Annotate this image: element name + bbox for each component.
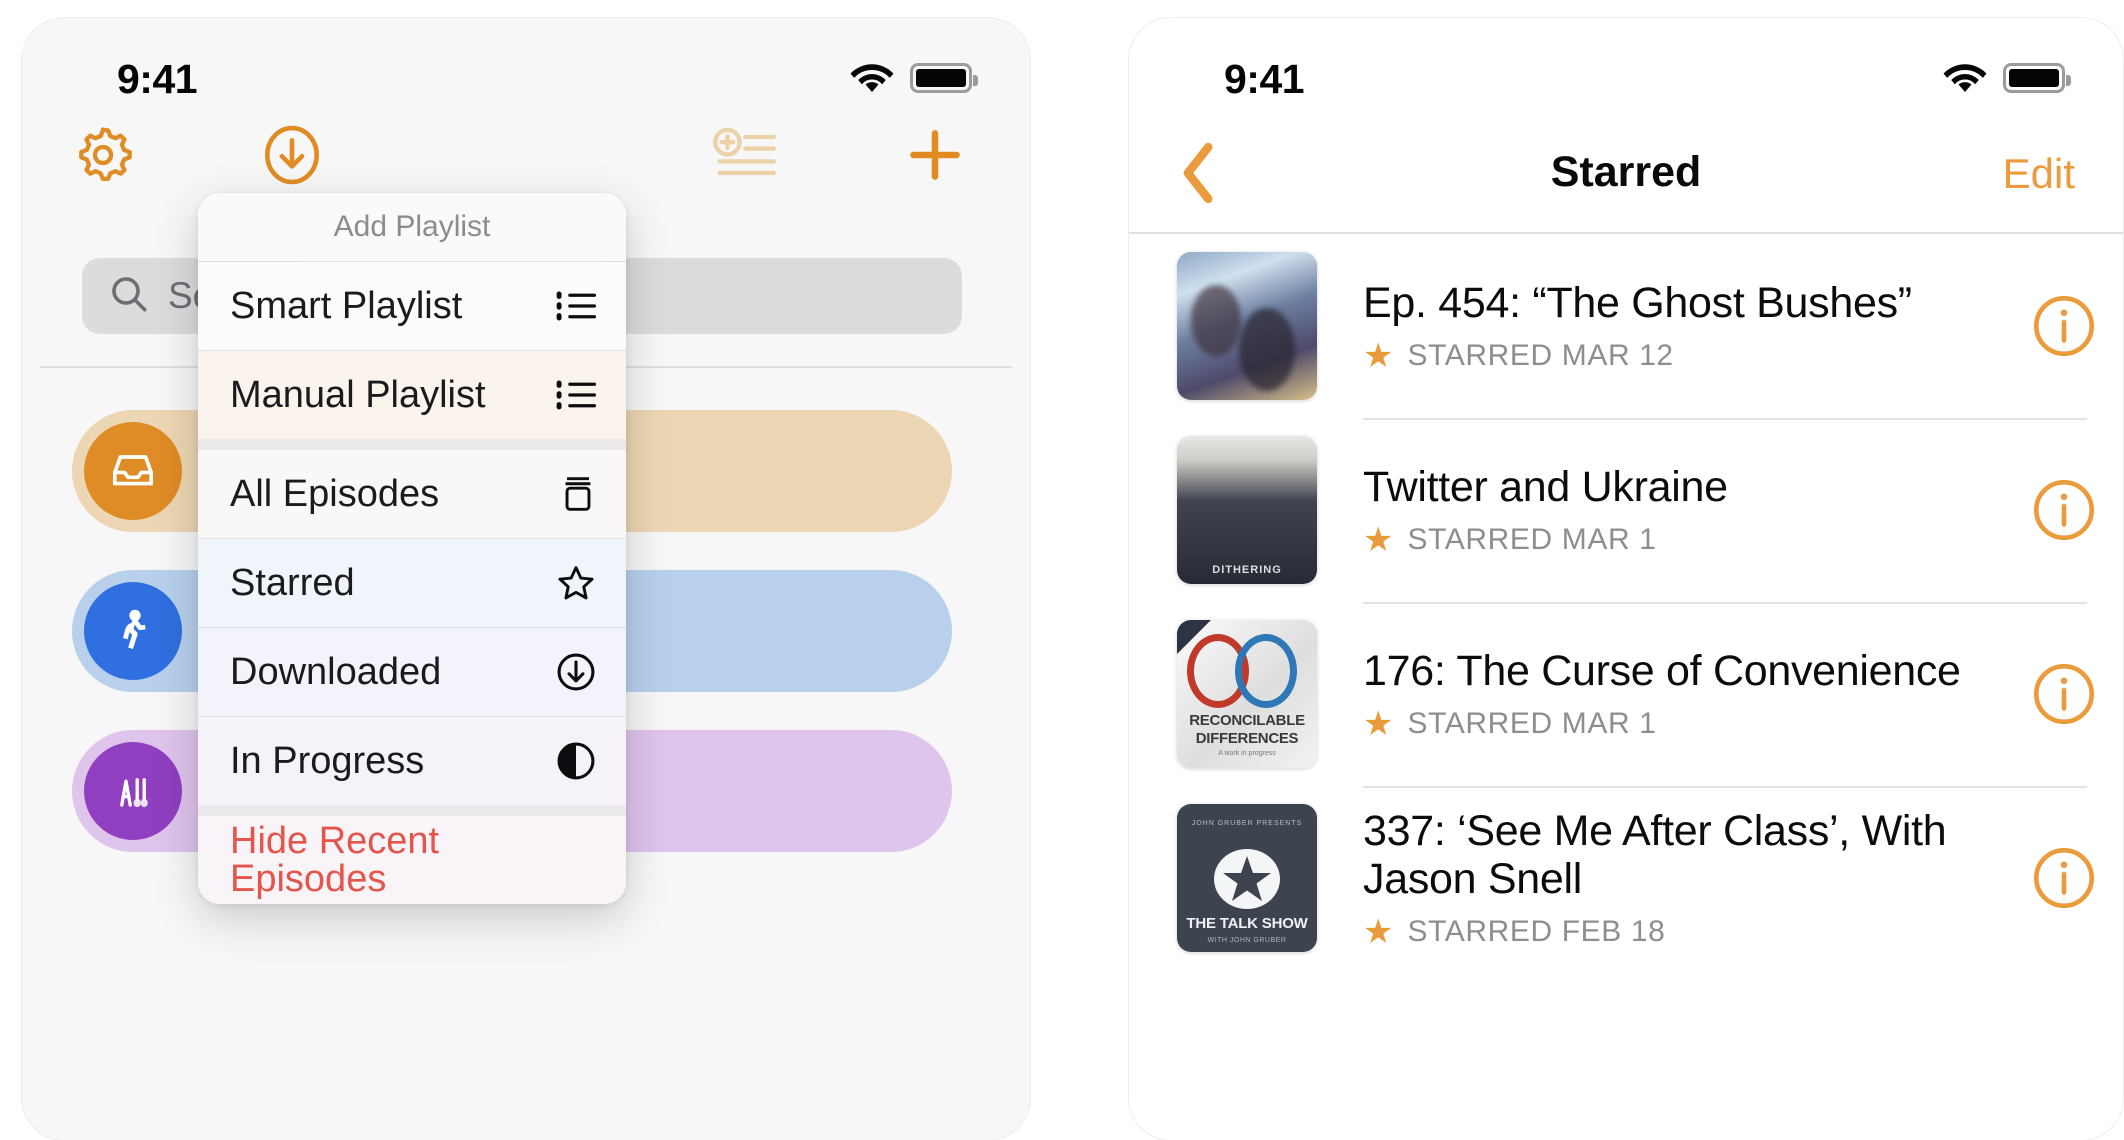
menu-item-starred[interactable]: Starred xyxy=(198,539,626,627)
artwork-line-3: A work in progress xyxy=(1218,750,1276,757)
artwork-line-2: DIFFERENCES xyxy=(1195,730,1299,747)
wifi-icon xyxy=(850,62,894,94)
workout-icon xyxy=(84,742,182,840)
add-playlist-context-menu: Add Playlist Smart Playlist Manual Playl… xyxy=(198,193,626,904)
star-badge-icon xyxy=(1212,848,1282,915)
left-phone-frame: 9:41 Add Playlist Smart Playlist Manual … xyxy=(22,18,1030,1140)
star-outline-icon xyxy=(546,564,596,602)
artwork-line-2: WITH JOHN GRUBER xyxy=(1207,937,1287,944)
episode-body: Ep. 454: “The Ghost Bushes” ★ STARRED MA… xyxy=(1363,252,2005,400)
episode-artwork: JOHN GRUBER PRESENTS THE TALK SHOW WITH … xyxy=(1177,804,1317,952)
battery-full-icon xyxy=(2003,63,2071,93)
status-indicators xyxy=(1943,62,2071,94)
starred-date: STARRED MAR 1 xyxy=(1407,707,1657,741)
episode-body: Twitter and Ukraine ★ STARRED MAR 1 xyxy=(1363,436,2005,584)
list-item[interactable]: DITHERING Twitter and Ukraine ★ STARRED … xyxy=(1129,418,2123,602)
list-bullet-icon xyxy=(546,378,596,412)
episode-artwork: RECONCILABLE DIFFERENCES A work in progr… xyxy=(1177,620,1317,768)
starred-date: STARRED MAR 12 xyxy=(1407,339,1674,373)
inbox-tray-icon xyxy=(84,422,182,520)
episode-artwork xyxy=(1177,252,1317,400)
menu-item-label: Hide Recent Episodes xyxy=(230,820,440,900)
menu-item-label: All Episodes xyxy=(230,473,440,515)
artwork-top-line: JOHN GRUBER PRESENTS xyxy=(1191,820,1303,827)
starred-date: STARRED FEB 18 xyxy=(1407,915,1666,949)
screenshot-stage: 9:41 Add Playlist Smart Playlist Manual … xyxy=(0,0,2124,1140)
menu-item-label: In Progress xyxy=(230,740,425,782)
list-item[interactable]: Ep. 454: “The Ghost Bushes” ★ STARRED MA… xyxy=(1129,234,2123,418)
page-title: Starred xyxy=(1550,148,1702,196)
star-filled-icon: ★ xyxy=(1363,337,1394,376)
info-circle-icon[interactable] xyxy=(2005,661,2123,727)
list-item[interactable]: RECONCILABLE DIFFERENCES A work in progr… xyxy=(1129,602,2123,786)
menu-group-separator xyxy=(198,805,626,816)
list-item[interactable]: JOHN GRUBER PRESENTS THE TALK SHOW WITH … xyxy=(1129,786,2123,970)
playlist-add-icon[interactable] xyxy=(712,124,784,191)
list-bullet-icon xyxy=(546,289,596,323)
info-circle-icon[interactable] xyxy=(2005,293,2123,359)
left-status-bar: 9:41 xyxy=(22,18,1030,128)
menu-item-label: Manual Playlist xyxy=(230,374,486,416)
star-filled-icon: ★ xyxy=(1363,521,1394,560)
episode-list[interactable]: Ep. 454: “The Ghost Bushes” ★ STARRED MA… xyxy=(1129,234,2123,1140)
menu-item-downloaded[interactable]: Downloaded xyxy=(198,628,626,716)
episode-title: Ep. 454: “The Ghost Bushes” xyxy=(1363,278,1912,327)
menu-item-label: Downloaded xyxy=(230,651,442,693)
artwork-label: DITHERING xyxy=(1212,564,1282,576)
episode-body: 337: ‘See Me After Class’, With Jason Sn… xyxy=(1363,804,2005,952)
half-circle-icon xyxy=(546,741,596,781)
plus-icon[interactable] xyxy=(898,118,972,197)
arrow-down-circle-icon xyxy=(546,652,596,692)
menu-group-separator xyxy=(198,439,626,450)
episode-meta: ★ STARRED FEB 18 xyxy=(1363,915,1979,949)
right-phone-frame: 9:41 Starred Edit Ep. 454: “The Ghost Bu… xyxy=(1129,18,2123,1140)
menu-item-hide-recent-episodes[interactable]: Hide Recent Episodes xyxy=(198,816,626,904)
artwork-line-1: RECONCILABLE xyxy=(1189,712,1305,729)
left-toolbar xyxy=(22,118,1030,204)
status-indicators xyxy=(850,62,978,94)
episode-body: 176: The Curse of Convenience ★ STARRED … xyxy=(1363,620,2005,768)
edit-button[interactable]: Edit xyxy=(2003,150,2075,198)
wifi-icon xyxy=(1943,62,1987,94)
episode-title: 176: The Curse of Convenience xyxy=(1363,646,1961,695)
search-icon xyxy=(108,273,150,320)
episode-title: Twitter and Ukraine xyxy=(1363,462,1728,511)
menu-item-label: Starred xyxy=(230,562,355,604)
episode-meta: ★ STARRED MAR 1 xyxy=(1363,707,1979,741)
battery-full-icon xyxy=(910,63,978,93)
status-time: 9:41 xyxy=(1224,56,1305,102)
episode-title: 337: ‘See Me After Class’, With Jason Sn… xyxy=(1363,806,1947,903)
menu-item-smart-playlist[interactable]: Smart Playlist xyxy=(198,262,626,350)
menu-item-manual-playlist[interactable]: Manual Playlist xyxy=(198,351,626,439)
arrow-down-circle-icon[interactable] xyxy=(255,118,329,197)
right-status-bar: 9:41 xyxy=(1129,18,2123,128)
archivebox-icon xyxy=(546,475,596,513)
artwork-line-1: THE TALK SHOW xyxy=(1186,915,1308,932)
context-menu-title: Add Playlist xyxy=(198,193,626,261)
starred-date: STARRED MAR 1 xyxy=(1407,523,1657,557)
menu-item-in-progress[interactable]: In Progress xyxy=(198,717,626,805)
star-filled-icon: ★ xyxy=(1363,705,1394,744)
episode-meta: ★ STARRED MAR 1 xyxy=(1363,523,1979,557)
status-time: 9:41 xyxy=(117,56,198,102)
info-circle-icon[interactable] xyxy=(2005,845,2123,911)
walking-person-icon xyxy=(84,582,182,680)
info-circle-icon[interactable] xyxy=(2005,477,2123,543)
gear-icon[interactable] xyxy=(66,118,140,197)
star-filled-icon: ★ xyxy=(1363,913,1394,952)
navigation-bar: Starred Edit xyxy=(1129,122,2123,234)
menu-item-all-episodes[interactable]: All Episodes xyxy=(198,450,626,538)
episode-artwork: DITHERING xyxy=(1177,436,1317,584)
artwork-ring-blue xyxy=(1235,634,1297,708)
menu-item-label: Smart Playlist xyxy=(230,285,463,327)
episode-meta: ★ STARRED MAR 12 xyxy=(1363,339,1979,373)
